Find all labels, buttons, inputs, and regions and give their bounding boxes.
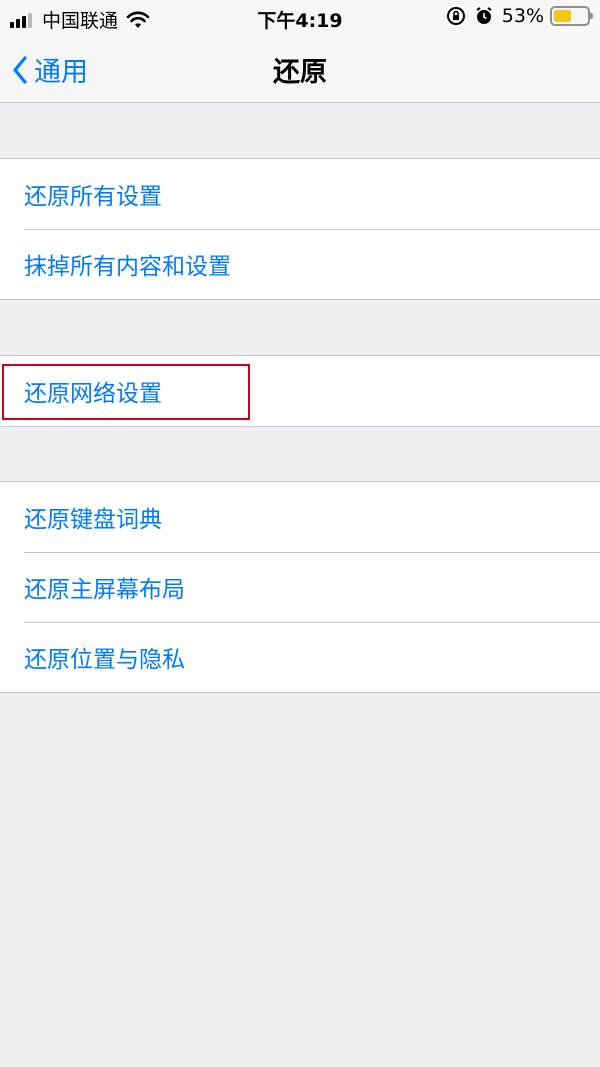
row-label: 还原键盘词典 [24,507,162,533]
settings-group-1: 还原所有设置 抹掉所有内容和设置 [0,158,600,300]
row-label: 抹掉所有内容和设置 [24,254,231,280]
status-bar: 中国联通 下午4:19 53% [0,0,600,36]
row-label: 还原主屏幕布局 [24,577,185,603]
row-label: 还原位置与隐私 [24,647,185,673]
erase-all-content-and-settings[interactable]: 抹掉所有内容和设置 [0,229,600,299]
reset-home-screen-layout[interactable]: 还原主屏幕布局 [0,552,600,622]
carrier-name: 中国联通 [42,10,119,32]
page-title: 还原 [273,57,327,88]
battery-icon [550,6,593,26]
status-left: 中国联通 [10,6,150,33]
signal-icon [10,12,34,28]
reset-network-settings[interactable]: 还原网络设置 [0,356,600,426]
reset-keyboard-dictionary[interactable]: 还原键盘词典 [0,482,600,552]
wifi-icon [126,11,150,28]
battery-percent: 53% [501,5,544,27]
status-right: 53% [446,5,593,27]
back-label: 通用 [34,57,88,88]
rotation-lock-icon [446,7,465,25]
back-button[interactable]: 通用 [12,50,88,89]
battery-fill [554,10,571,22]
row-label: 还原所有设置 [24,184,162,210]
settings-group-2: 还原网络设置 [0,355,600,427]
row-label: 还原网络设置 [24,381,162,407]
reset-all-settings[interactable]: 还原所有设置 [0,159,600,229]
navigation-bar: 通用 还原 [0,36,600,103]
settings-group-3: 还原键盘词典 还原主屏幕布局 还原位置与隐私 [0,481,600,693]
alarm-icon [476,7,492,24]
reset-location-and-privacy[interactable]: 还原位置与隐私 [0,622,600,692]
chevron-left-icon [13,55,27,84]
